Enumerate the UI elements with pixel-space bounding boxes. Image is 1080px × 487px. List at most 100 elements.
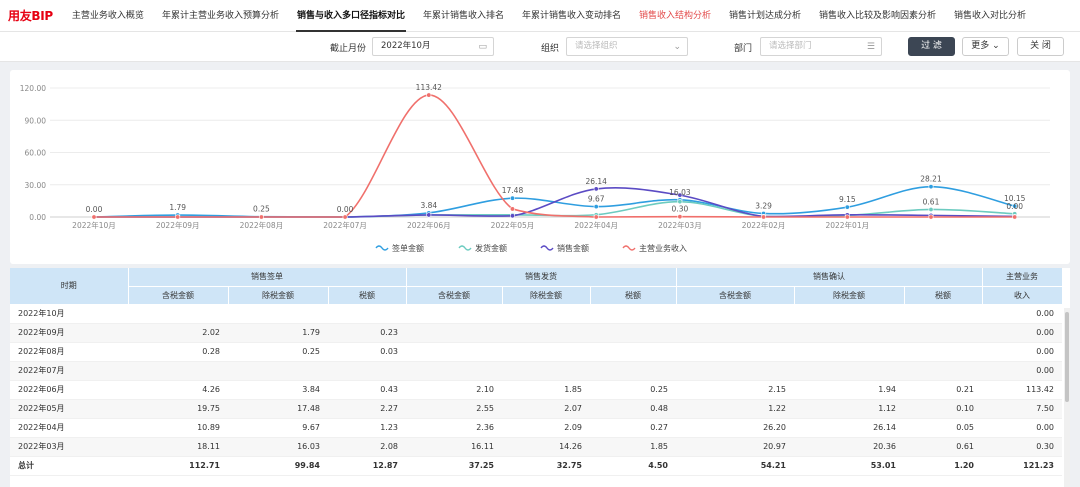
- table-scroll-thumb[interactable]: [1065, 312, 1069, 402]
- more-button[interactable]: 更多 ⌄: [962, 37, 1009, 56]
- group-sign: 销售签单: [128, 268, 407, 287]
- data-point: [258, 214, 264, 220]
- table-cell: 0.27: [590, 418, 676, 438]
- data-point: [175, 214, 181, 220]
- table-cell: 16.03: [228, 437, 328, 457]
- col-period: 时期: [10, 268, 129, 305]
- table-cell: 26.20: [676, 418, 794, 438]
- table-cell: [502, 342, 590, 362]
- tab-7[interactable]: 销售收入比较及影响因素分析: [810, 0, 945, 32]
- y-tick-label: 60.00: [25, 149, 47, 158]
- table-cell: 2.09: [502, 418, 590, 438]
- table-cell: [228, 361, 328, 381]
- report-tabs: 主营业务收入概览 年累计主营业务收入预算分析 销售与收入多口径指标对比 年累计销售收入…: [63, 0, 1035, 32]
- dept-label: 部门: [734, 44, 753, 54]
- total-cell: 12.87: [328, 456, 406, 476]
- data-table: 时期 销售签单 销售发货 销售确认 主营业务 含税金额 除税金额 税额 含税金额 除税金…: [10, 268, 1063, 476]
- tab-4[interactable]: 年累计销售收入变动排名: [513, 0, 630, 32]
- tab-8[interactable]: 销售收入对比分析: [945, 0, 1035, 32]
- data-point: [342, 214, 348, 220]
- table-row: 2022年06月 4.26 3.84 0.43 2.10 1.85 0.25 2.15 1.94…: [10, 380, 1062, 400]
- table-cell: 2022年04月: [10, 418, 128, 438]
- table-cell: 10.89: [128, 418, 228, 438]
- total-cell: 53.01: [794, 456, 904, 476]
- tab-2[interactable]: 销售与收入多口径指标对比: [288, 0, 414, 32]
- table-cell: 0.28: [128, 342, 228, 362]
- table-cell: 2022年03月: [10, 437, 128, 457]
- group-main: 主营业务: [982, 268, 1063, 287]
- table-cell: [676, 304, 794, 324]
- data-label: 0.00: [86, 205, 103, 214]
- total-cell: 54.21: [676, 456, 794, 476]
- y-tick-label: 120.00: [20, 84, 46, 93]
- data-point: [844, 214, 850, 220]
- table-cell: [794, 342, 904, 362]
- data-point: [593, 214, 599, 220]
- table-cell: [904, 361, 982, 381]
- data-label: 113.42: [416, 83, 442, 92]
- top-nav: 用友BIP 主营业务收入概览 年累计主营业务收入预算分析 销售与收入多口径指标对比年…: [0, 0, 1080, 32]
- table-cell: 0.25: [228, 342, 328, 362]
- table-cell: [676, 361, 794, 381]
- total-row: 总计 112.71 99.84 12.87 37.25 32.75 4.50 54.21 53.…: [10, 456, 1062, 476]
- table-cell: 1.22: [676, 399, 794, 419]
- x-tick-label: 2022年04月: [574, 220, 618, 230]
- table-cell: 1.85: [590, 437, 676, 457]
- legend-swatch: [375, 245, 389, 251]
- x-tick-label: 2022年10月: [72, 220, 116, 230]
- chevron-down-icon: ⌄: [673, 42, 681, 52]
- table-cell: [590, 323, 676, 343]
- table-cell: 3.84: [228, 380, 328, 400]
- close-button[interactable]: 关 闭: [1017, 37, 1064, 56]
- data-label: 3.29: [755, 201, 772, 210]
- tab-0[interactable]: 主营业务收入概览: [63, 0, 153, 32]
- data-label: 0.25: [253, 205, 270, 214]
- data-point: [426, 92, 432, 98]
- data-point: [677, 199, 683, 205]
- data-label: 16.03: [669, 188, 691, 197]
- tab-1[interactable]: 年累计主营业务收入预算分析: [153, 0, 288, 32]
- table-cell: 0.00: [982, 342, 1062, 362]
- x-tick-label: 2022年09月: [156, 220, 200, 230]
- legend-swatch: [458, 245, 472, 251]
- table-cell: [228, 304, 328, 324]
- table-cell: 20.36: [794, 437, 904, 457]
- table-cell: 4.26: [128, 380, 228, 400]
- calendar-icon: ▭: [478, 42, 487, 52]
- subheader-1: 除税金额: [228, 286, 329, 305]
- tab-3[interactable]: 年累计销售收入排名: [414, 0, 513, 32]
- filter-button[interactable]: 过 滤: [908, 37, 955, 56]
- table-cell: [590, 361, 676, 381]
- org-label: 组织: [541, 44, 560, 54]
- table-cell: 2.08: [328, 437, 406, 457]
- table-cell: 2022年09月: [10, 323, 128, 343]
- table-cell: 2.36: [406, 418, 502, 438]
- total-cell: 4.50: [590, 456, 676, 476]
- table-cell: [502, 304, 590, 324]
- table-cell: [904, 304, 982, 324]
- x-tick-label: 2022年03月: [658, 220, 702, 230]
- table-cell: [128, 361, 228, 381]
- x-tick-label: 2022年01月: [825, 220, 869, 230]
- x-tick-label: 2022年07月: [323, 220, 367, 230]
- data-point: [509, 206, 515, 212]
- org-select[interactable]: 请选择组织 ⌄: [566, 37, 688, 56]
- table-cell: 2022年08月: [10, 342, 128, 362]
- data-label: 26.14: [585, 177, 607, 186]
- month-picker[interactable]: 2022年10月 ▭: [372, 37, 494, 56]
- table-cell: 9.67: [228, 418, 328, 438]
- table-cell: 2.07: [502, 399, 590, 419]
- tab-6[interactable]: 销售计划达成分析: [720, 0, 810, 32]
- tab-5[interactable]: 销售收入结构分析: [630, 0, 720, 32]
- data-point: [91, 214, 97, 220]
- table-cell: 20.97: [676, 437, 794, 457]
- data-label: 3.84: [420, 201, 437, 210]
- table-cell: 18.11: [128, 437, 228, 457]
- table-cell: 0.43: [328, 380, 406, 400]
- table-cell: 0.25: [590, 380, 676, 400]
- table-cell: 1.94: [794, 380, 904, 400]
- chart-panel: 0.00 30.00 60.00 90.00 120.00 2022年10月 2022年09…: [10, 70, 1070, 264]
- y-tick-label: 90.00: [25, 116, 47, 125]
- dept-select[interactable]: 请选择部门 ☰: [760, 37, 882, 56]
- table-cell: 113.42: [982, 380, 1062, 400]
